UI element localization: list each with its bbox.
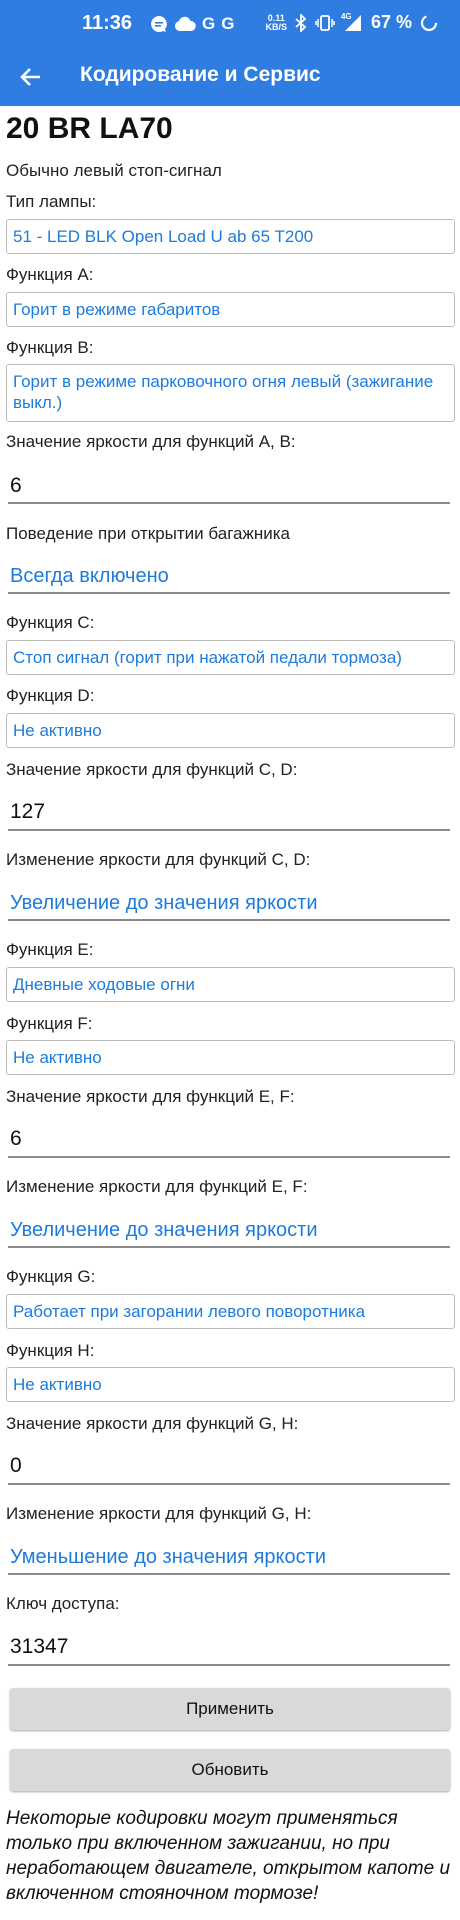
brightness-ef-underline [8, 1156, 450, 1158]
func-h-label: Функция H: [6, 1341, 95, 1360]
change-cd-label: Изменение яркости для функций C, D: [6, 850, 311, 869]
brightness-ef-input[interactable]: 6 [10, 1127, 22, 1151]
refresh-button[interactable]: Обновить [10, 1749, 450, 1791]
func-e-select[interactable]: Дневные ходовые огни [6, 967, 455, 1002]
brightness-ab-underline [8, 502, 450, 504]
change-gh-select[interactable]: Уменьшение до значения яркости [10, 1546, 326, 1569]
lamp-type-select[interactable]: 51 - LED BLK Open Load U ab 65 T200 [6, 219, 455, 254]
google-icon: G [221, 14, 235, 33]
func-h-select[interactable]: Не активно [6, 1367, 455, 1402]
ignition-note: Некоторые кодировки могут применяться то… [6, 1808, 451, 1904]
trunk-behavior-label: Поведение при открытии багажника [6, 524, 290, 543]
change-ef-underline [8, 1246, 450, 1248]
brightness-cd-input[interactable]: 127 [10, 800, 45, 824]
brightness-cd-label: Значение яркости для функций C, D: [6, 760, 298, 779]
access-key-underline [8, 1664, 450, 1666]
func-b-label: Функция B: [6, 338, 94, 357]
network-type: 4G [340, 11, 352, 21]
func-d-label: Функция D: [6, 686, 95, 705]
func-a-select[interactable]: Горит в режиме габаритов [6, 292, 455, 327]
status-time: 11:36 [82, 12, 133, 34]
brightness-ef-label: Значение яркости для функций E, F: [6, 1087, 295, 1106]
func-c-select[interactable]: Стоп сигнал (горит при нажатой педали то… [6, 640, 455, 675]
func-b-select[interactable]: Горит в режиме парковочного огня левый (… [6, 364, 455, 422]
change-gh-underline [8, 1573, 450, 1575]
trunk-behavior-underline [8, 592, 450, 594]
app-bar: Кодирование и Сервис [0, 48, 460, 106]
change-ef-select[interactable]: Увеличение до значения яркости [10, 1219, 318, 1242]
system-icons: 0.11 KB/S 4G 67 % [265, 12, 438, 33]
net-speed-unit: KB/S [265, 21, 287, 32]
battery-percent: 67 % [370, 12, 412, 32]
bluetooth-icon [295, 13, 307, 32]
access-key-label: Ключ доступа: [6, 1594, 120, 1613]
notification-icons: G G [150, 14, 234, 34]
change-cd-underline [8, 919, 450, 921]
page-title: Кодирование и Сервис [80, 63, 321, 86]
brightness-gh-input[interactable]: 0 [10, 1454, 22, 1478]
battery-saver-icon [420, 14, 438, 32]
change-cd-select[interactable]: Увеличение до значения яркости [10, 892, 318, 915]
google-icon: G [202, 14, 216, 33]
func-f-label: Функция F: [6, 1014, 93, 1033]
back-arrow-icon[interactable] [16, 62, 46, 92]
signal-icon: 4G [340, 11, 363, 32]
func-g-select[interactable]: Работает при загорании левого поворотник… [6, 1294, 455, 1329]
func-d-select[interactable]: Не активно [6, 713, 455, 748]
chat-icon [150, 15, 168, 33]
func-c-label: Функция C: [6, 613, 95, 632]
func-e-label: Функция E: [6, 940, 94, 959]
brightness-gh-label: Значение яркости для функций G, H: [6, 1414, 299, 1433]
brightness-gh-underline [8, 1483, 450, 1485]
apply-button[interactable]: Применить [10, 1688, 450, 1730]
access-key-input[interactable]: 31347 [10, 1635, 68, 1659]
change-ef-label: Изменение яркости для функций E, F: [6, 1177, 308, 1196]
brightness-ab-label: Значение яркости для функций A, B: [6, 432, 296, 451]
network-speed-icon: 0.11 KB/S [265, 13, 287, 32]
status-bar: 11:36 G G 0.11 KB/S 4G 67 % [0, 0, 460, 48]
trunk-behavior-select[interactable]: Всегда включено [10, 565, 169, 588]
vibrate-icon [315, 14, 335, 32]
lamp-type-label: Тип лампы: [6, 192, 97, 211]
func-g-label: Функция G: [6, 1267, 96, 1286]
func-f-select[interactable]: Не активно [6, 1040, 455, 1075]
cloud-icon [174, 16, 196, 32]
change-gh-label: Изменение яркости для функций G, H: [6, 1504, 312, 1523]
func-a-label: Функция A: [6, 265, 94, 284]
module-subtitle: Обычно левый стоп-сигнал [6, 161, 222, 180]
module-heading: 20 BR LA70 [6, 112, 173, 145]
brightness-ab-input[interactable]: 6 [10, 474, 22, 498]
brightness-cd-underline [8, 829, 450, 831]
